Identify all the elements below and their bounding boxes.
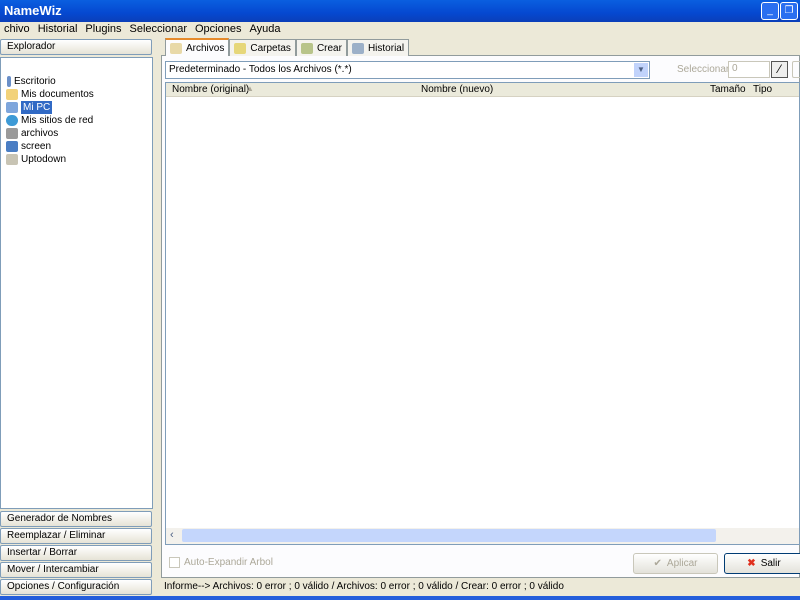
restore-button[interactable]: ❐ — [780, 2, 798, 20]
menu-plugins[interactable]: Plugins — [81, 22, 125, 36]
menu-bar: chivo Historial Plugins Seleccionar Opci… — [0, 22, 280, 36]
module-label: Generador de Nombres — [7, 513, 113, 524]
window-title: NameWiz — [4, 3, 62, 18]
tab-label: Carpetas — [250, 42, 291, 54]
checkbox-label: Auto-Expandir Arbol — [184, 557, 273, 568]
scrollbar-thumb[interactable] — [182, 529, 716, 542]
tab-label: Archivos — [186, 42, 225, 54]
tree-item-escritorio[interactable]: Escritorio — [7, 75, 56, 88]
taskbar — [0, 596, 800, 600]
book-icon — [6, 154, 18, 165]
insert-delete-button[interactable]: Insertar / Borrar — [0, 545, 152, 561]
tree-item-screen[interactable]: screen — [6, 140, 51, 153]
chevron-down-icon[interactable]: ▼ — [634, 63, 648, 77]
tab-crear[interactable]: Crear — [295, 39, 347, 56]
options-config-button[interactable]: Opciones / Configuración — [0, 579, 152, 595]
exit-label: Salir — [760, 558, 781, 569]
apply-label: Aplicar — [666, 558, 698, 569]
desktop-icon — [7, 76, 11, 87]
tree-label: Escritorio — [14, 76, 56, 87]
status-bar: Informe--> Archivos: 0 error ; 0 válido … — [164, 581, 564, 592]
tab-bar: Archivos Carpetas Crear Historial — [165, 38, 410, 56]
tab-label: Historial — [367, 42, 405, 54]
file-list[interactable]: Nombre (original) ▲ Nombre (nuevo) Tamañ… — [165, 82, 800, 545]
drive-icon — [6, 128, 18, 139]
tab-carpetas[interactable]: Carpetas — [229, 39, 296, 56]
apply-button[interactable]: ✔ Aplicar — [633, 553, 718, 574]
horizontal-scrollbar[interactable]: ‹ — [166, 528, 799, 544]
monitor-icon — [6, 141, 18, 152]
move-swap-button[interactable]: Mover / Intercambiar — [0, 562, 152, 578]
title-bar: NameWiz — [0, 0, 800, 22]
menu-historial[interactable]: Historial — [34, 22, 82, 36]
col-size[interactable]: Tamaño — [710, 84, 746, 95]
menu-archivo[interactable]: chivo — [0, 22, 34, 36]
col-type[interactable]: Tipo — [753, 84, 772, 95]
explorer-label: Explorador — [7, 41, 56, 52]
files-icon — [170, 42, 182, 54]
col-new-name[interactable]: Nombre (nuevo) — [421, 84, 493, 95]
auto-expand-checkbox[interactable]: Auto-Expandir Arbol — [169, 557, 273, 568]
col-original-name[interactable]: Nombre (original) — [172, 84, 249, 95]
tree-item-mis-documentos[interactable]: Mis documentos — [6, 88, 94, 101]
tab-archivos[interactable]: Archivos — [165, 38, 230, 56]
tree-item-uptodown[interactable]: Uptodown — [6, 153, 66, 166]
exit-button[interactable]: ✖ Salir — [724, 553, 800, 574]
tree-item-mi-pc[interactable]: Mi PC — [6, 101, 53, 114]
menu-opciones[interactable]: Opciones — [191, 22, 245, 36]
tree-item-mis-sitios-de-red[interactable]: Mis sitios de red — [6, 114, 93, 127]
filter-dropdown[interactable]: Predeterminado - Todos los Archivos (*.*… — [165, 61, 650, 79]
select-pattern-button[interactable]: ⁄ — [771, 61, 788, 78]
explorer-button[interactable]: Explorador — [0, 39, 152, 55]
module-label: Mover / Intercambiar — [7, 564, 99, 575]
sort-asc-icon: ▲ — [246, 84, 254, 93]
tab-label: Crear — [316, 42, 342, 54]
menu-ayuda[interactable]: Ayuda — [245, 22, 284, 36]
new-folder-icon — [300, 42, 313, 54]
module-label: Insertar / Borrar — [7, 547, 78, 558]
select-count-input[interactable]: 0 — [728, 61, 770, 78]
module-label: Reemplazar / Eliminar — [7, 530, 106, 541]
tree-label: Uptodown — [21, 154, 67, 165]
filter-value: Predeterminado - Todos los Archivos (*.*… — [169, 64, 352, 75]
close-icon: ✖ — [747, 558, 756, 569]
scroll-left-icon[interactable]: ‹ — [170, 529, 174, 541]
minimize-button[interactable]: _ — [761, 2, 779, 20]
list-header: Nombre (original) ▲ Nombre (nuevo) Tamañ… — [166, 83, 799, 97]
name-generator-button[interactable]: Generador de Nombres — [0, 511, 152, 527]
folder-icon — [234, 42, 247, 54]
replace-remove-button[interactable]: Reemplazar / Eliminar — [0, 528, 152, 544]
folder-icon — [6, 89, 18, 100]
tree-label: Mis sitios de red — [21, 115, 94, 126]
tree-label: archivos — [21, 128, 59, 139]
tab-historial[interactable]: Historial — [346, 39, 410, 56]
tree-label: Mi PC — [21, 101, 53, 114]
menu-seleccionar[interactable]: Seleccionar — [126, 22, 191, 36]
tree-label: screen — [21, 141, 52, 152]
select-more-button[interactable] — [792, 61, 800, 78]
computer-icon — [6, 102, 18, 113]
check-icon: ✔ — [653, 558, 662, 569]
tree-label: Mis documentos — [21, 89, 94, 100]
checkbox[interactable] — [169, 557, 180, 568]
history-icon — [351, 42, 364, 54]
network-icon — [6, 115, 18, 126]
folder-tree[interactable]: Escritorio Mis documentos Mi PC Mis siti… — [0, 57, 153, 509]
select-label: Seleccionar — [677, 64, 730, 75]
tree-item-archivos[interactable]: archivos — [6, 127, 58, 140]
module-label: Opciones / Configuración — [7, 581, 120, 592]
